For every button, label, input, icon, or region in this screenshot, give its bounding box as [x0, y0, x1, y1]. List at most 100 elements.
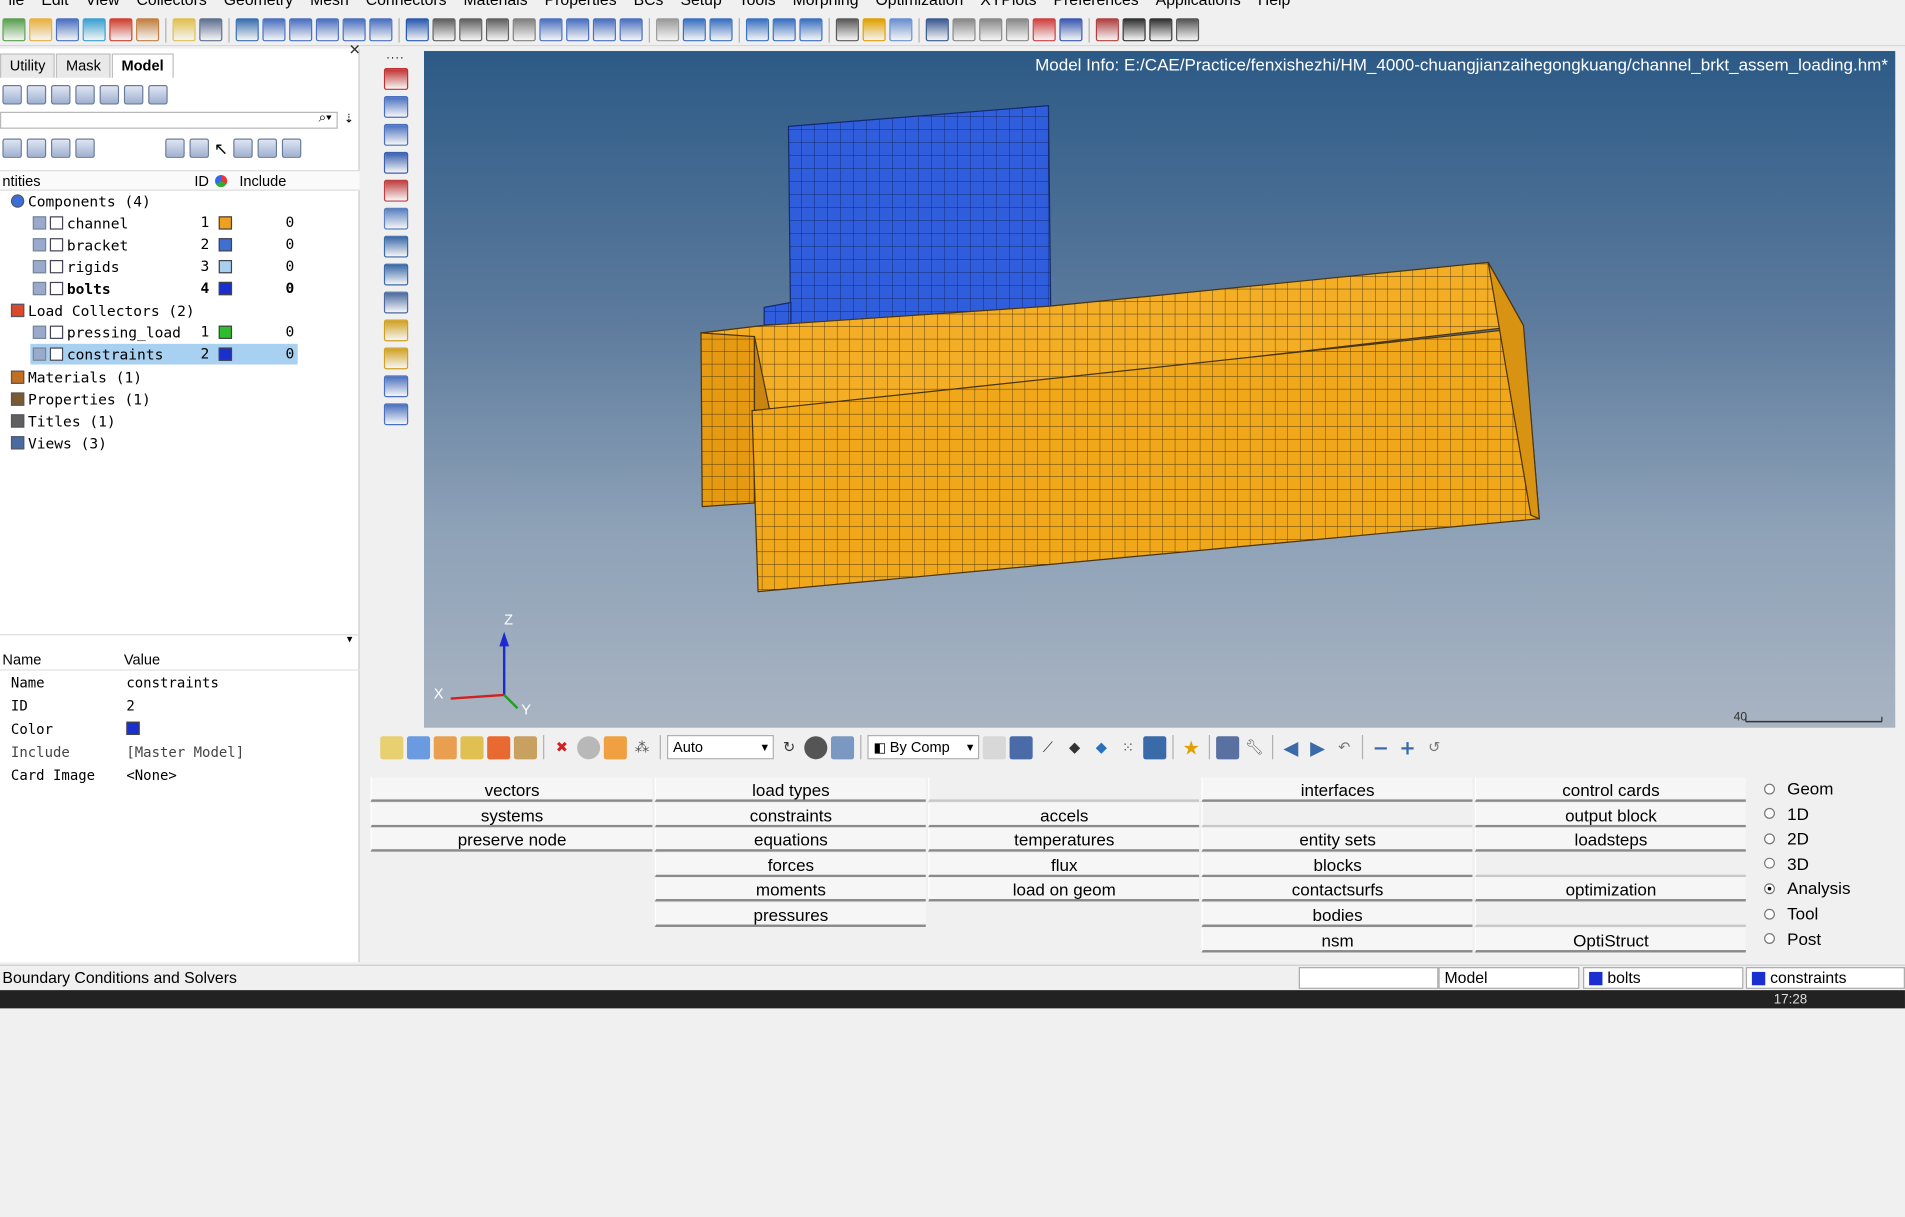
tab-model[interactable]: Model [111, 53, 174, 78]
tab-utility[interactable]: Utility [0, 53, 56, 78]
refresh-icon[interactable]: ↺ [1423, 736, 1446, 759]
load-view-icon[interactable] [51, 85, 71, 105]
menu-item-17[interactable]: Help [1249, 0, 1299, 12]
tree-group-properties[interactable]: Properties (1) [0, 389, 151, 410]
menu-item-1[interactable]: Edit [33, 0, 77, 12]
open-icon[interactable] [380, 735, 404, 759]
flag1-icon[interactable] [1032, 18, 1056, 42]
vtool-panel-7-icon[interactable] [383, 235, 409, 258]
radio-button-icon[interactable] [1764, 783, 1775, 794]
cmd-output-block-button[interactable]: output block [1474, 802, 1746, 827]
node-display-icon[interactable]: ⁙ [1116, 736, 1139, 759]
panel-splitter[interactable]: ▾ [0, 633, 360, 645]
find-icon[interactable] [232, 138, 253, 158]
cmd-equations-button[interactable]: equations [654, 827, 926, 852]
flag3-icon[interactable] [1095, 18, 1119, 42]
open-icon[interactable] [29, 18, 53, 42]
vtool-panel-2-icon[interactable] [383, 95, 409, 118]
radio-button-icon[interactable] [1764, 808, 1775, 819]
tag-icon[interactable] [835, 18, 859, 42]
tree-item-constraints[interactable]: constraints [30, 343, 298, 365]
box-view-icon[interactable] [830, 735, 855, 759]
mask-icon[interactable] [577, 735, 601, 759]
cube3-icon[interactable] [1005, 18, 1030, 42]
cmd-entity-sets-button[interactable]: entity sets [1201, 827, 1473, 852]
undo-icon[interactable] [619, 18, 643, 42]
calc-icon[interactable] [1176, 18, 1200, 42]
folder-icon[interactable] [172, 18, 196, 42]
close-panel-icon[interactable]: ✕ [349, 41, 361, 58]
menu-item-11[interactable]: Tools [730, 0, 784, 12]
isolate-icon[interactable] [51, 138, 71, 158]
tab-mask[interactable]: Mask [56, 53, 111, 78]
redo-icon[interactable] [656, 18, 680, 42]
browser-search-input[interactable]: ⌕▾ [0, 111, 338, 129]
import-icon[interactable] [433, 735, 457, 759]
vtool-transform-icon[interactable] [383, 375, 409, 398]
hand-icon[interactable] [512, 18, 536, 42]
tree-group-load-collectors[interactable]: Load Collectors (2) [0, 300, 195, 321]
cmd-bodies-button[interactable]: bodies [1201, 902, 1473, 927]
menu-item-6[interactable]: Connectors [357, 0, 455, 12]
wireframe-mode-icon[interactable] [982, 735, 1006, 759]
radio-analysis[interactable]: Analysis [1764, 879, 1850, 898]
menu-item-10[interactable]: Setup [672, 0, 730, 12]
vtool-label-2-icon[interactable] [383, 347, 409, 370]
auto-select-dropdown[interactable]: Auto ▼ [666, 735, 774, 760]
include-view-icon[interactable] [148, 85, 168, 105]
radio-tool[interactable]: Tool [1764, 904, 1818, 923]
next-view-icon[interactable]: ▶ [1306, 736, 1329, 759]
radio-button-icon[interactable] [1764, 908, 1775, 920]
cmd-forces-button[interactable]: forces [654, 852, 926, 877]
fit-icon[interactable] [432, 18, 456, 42]
radio-geom[interactable]: Geom [1764, 779, 1833, 798]
menu-item-3[interactable]: Collectors [128, 0, 215, 12]
bracket-color-swatch[interactable] [218, 238, 233, 252]
cmd-constraints-button[interactable]: constraints [654, 802, 926, 827]
pan-icon[interactable] [485, 18, 510, 42]
cmd-preserve-node-button[interactable]: preserve node [370, 827, 653, 852]
menu-item-13[interactable]: Optimization [867, 0, 972, 12]
pressing-load-color-swatch[interactable] [218, 325, 233, 339]
status-model-box[interactable]: Model [1438, 967, 1580, 989]
graphics-viewport[interactable]: Model Info: E:/CAE/Practice/fenxishezhi/… [424, 51, 1896, 728]
cmd-flux-button[interactable]: flux [928, 852, 1200, 877]
cmd-loadsteps-button[interactable]: loadsteps [1474, 827, 1746, 852]
cylinder-icon[interactable] [889, 18, 913, 42]
wrench-icon[interactable]: 🔧︎ [1243, 736, 1266, 759]
radio-2d[interactable]: 2D [1764, 829, 1809, 848]
menu-item-4[interactable]: Geometry [215, 0, 301, 12]
constraints-color-swatch[interactable] [218, 347, 233, 361]
tree-item-bolts[interactable]: bolts [32, 278, 111, 299]
fe-model-graphic[interactable]: Z X Y 40 [424, 51, 1895, 728]
color-by-dropdown[interactable]: ◧ By Comp ▼ [867, 735, 980, 760]
tree-item-channel[interactable]: channel [32, 213, 128, 234]
star-icon[interactable]: ★ [1180, 736, 1203, 759]
vtool-panel-4-icon[interactable] [383, 151, 409, 174]
axis-3-icon[interactable] [315, 18, 339, 42]
cmd-systems-button[interactable]: systems [370, 802, 653, 827]
show-icon[interactable] [2, 138, 22, 158]
cmd-optimization-button[interactable]: optimization [1474, 877, 1746, 902]
vtool-panel-5-icon[interactable] [383, 179, 409, 202]
radio-button-icon[interactable] [1764, 883, 1775, 895]
axis-4-icon[interactable] [342, 18, 366, 42]
menu-item-12[interactable]: Morphing [784, 0, 867, 12]
run-icon[interactable] [487, 735, 511, 759]
previous-view-icon[interactable]: ◀ [1279, 736, 1302, 759]
cmd-optistruct-button[interactable]: OptiStruct [1474, 927, 1746, 952]
menu-item-2[interactable]: View [77, 0, 128, 12]
axis-5-icon[interactable] [369, 18, 393, 42]
sum1-icon[interactable] [1122, 18, 1146, 42]
radio-button-icon[interactable] [1764, 858, 1775, 870]
back-icon[interactable] [235, 18, 259, 42]
menu-item-0[interactable]: ile [0, 0, 33, 12]
cmd-load-on-geom-button[interactable]: load on geom [928, 877, 1200, 902]
reset-view-icon[interactable]: ↶ [1333, 736, 1356, 759]
wireframe-icon[interactable] [189, 138, 209, 158]
flag2-icon[interactable] [1059, 18, 1083, 42]
save-icon[interactable] [406, 735, 431, 759]
shading-icon[interactable] [804, 735, 828, 759]
view4-icon[interactable] [799, 18, 823, 42]
plane-icon[interactable]: ◆ [1063, 736, 1086, 759]
